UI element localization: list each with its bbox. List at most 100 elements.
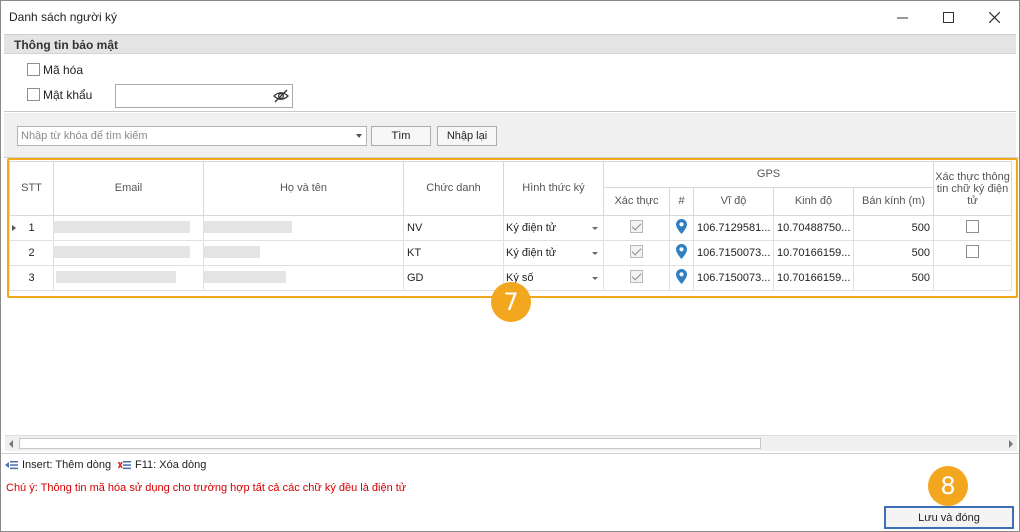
maximize-icon [942,11,954,23]
verify-info-cell[interactable] [933,265,1013,291]
latitude-cell[interactable]: 106.7129581... [693,215,774,241]
radius-cell[interactable]: 500 [852,265,935,291]
fullname-cell[interactable] [203,240,404,266]
title-cell[interactable]: NV [403,215,504,241]
step-7-badge: 7 [491,282,531,322]
row-stt: 2 [9,240,54,266]
sign-method-dropdown[interactable]: Ký điện tử [503,240,604,266]
verify-info-checkbox[interactable] [966,245,980,258]
verify-info-checkbox[interactable] [966,220,980,233]
email-redacted [54,245,190,258]
scroll-left-icon[interactable] [9,440,13,448]
add-row-icon [5,461,18,470]
row-stt: 3 [9,265,54,291]
encryption-note: Chú ý: Thông tin mã hóa sử dụng cho trườ… [6,482,407,494]
sign-method-value: Ký điện tử [506,222,557,234]
title-cell[interactable]: KT [403,240,504,266]
latitude-cell[interactable]: 106.7150073... [693,240,774,266]
col-longitude[interactable]: Kinh độ [773,187,854,216]
verify-checkbox[interactable] [630,270,643,283]
longitude-cell[interactable]: 10.70488750... [773,215,854,241]
latitude-cell[interactable]: 106.7150073... [693,265,774,291]
chevron-down-icon[interactable] [356,134,362,138]
minimize-icon [896,17,908,18]
location-cell[interactable] [669,215,694,241]
col-hash[interactable]: # [669,187,694,216]
col-email[interactable]: Email [53,161,204,216]
delete-row-icon [118,461,131,470]
delete-hint: F11: Xóa dòng [118,459,206,471]
col-fullname[interactable]: Họ và tên [203,161,404,216]
col-radius[interactable]: Bán kính (m) [852,187,935,216]
scroll-right-icon[interactable] [1009,440,1013,448]
chevron-down-icon[interactable] [592,252,598,255]
verify-cell[interactable] [603,240,670,266]
encrypt-label: Mã hóa [43,63,84,77]
minimize-button[interactable] [879,1,925,33]
col-gps-group: GPS [602,161,935,188]
step-8-badge: 8 [928,466,968,506]
insert-hint-label: Insert: Thêm dòng [22,459,112,471]
verify-cell[interactable] [603,215,670,241]
longitude-cell[interactable]: 10.70166159... [773,265,854,291]
longitude-cell[interactable]: 10.70166159... [773,240,854,266]
signer-grid: STT Email Họ và tên Chức danh Hình thức … [9,161,1013,291]
fullname-cell[interactable] [203,215,404,241]
scrollbar-thumb[interactable] [19,438,761,449]
location-cell[interactable] [669,265,694,291]
find-button[interactable]: Tìm [371,126,431,146]
location-cell[interactable] [669,240,694,266]
signer-list-dialog: Danh sách người ký Thông tin bảo mật Mã … [0,0,1020,532]
col-verify[interactable]: Xác thực [603,187,670,216]
sign-method-dropdown[interactable]: Ký điện tử [503,215,604,241]
email-cell[interactable] [53,240,204,266]
horizontal-scrollbar[interactable] [5,435,1017,451]
title-cell[interactable]: GD [403,265,504,291]
security-group-title: Thông tin bảo mật [14,38,118,52]
fullname-redacted [204,220,292,233]
password-field[interactable] [115,84,293,108]
email-redacted [56,270,176,283]
reset-button[interactable]: Nhập lại [437,126,497,146]
radius-cell[interactable]: 500 [852,240,935,266]
password-label: Mật khẩu [43,88,93,102]
chevron-down-icon[interactable] [592,227,598,230]
table-row[interactable]: 2 KT Ký điện tử 106.7150073... 10.701661… [9,240,1013,266]
title-bar: Danh sách người ký [1,1,1019,33]
save-and-close-button[interactable]: Lưu và đóng [884,506,1014,529]
sign-method-value: Ký điện tử [506,247,557,259]
col-sign-method[interactable]: Hình thức ký [503,161,604,216]
radius-cell[interactable]: 500 [852,215,935,241]
search-placeholder: Nhập từ khóa để tìm kiếm [21,130,148,142]
email-cell[interactable] [53,265,204,291]
row-stt-cell: 1 [9,215,54,241]
encrypt-checkbox[interactable] [27,63,40,76]
col-verify-info[interactable]: Xác thực thông tin chữ ký điện tử [933,161,1013,216]
chevron-down-icon[interactable] [592,277,598,280]
fullname-redacted [204,270,286,283]
delete-hint-label: F11: Xóa dòng [135,459,207,471]
search-input[interactable]: Nhập từ khóa để tìm kiếm [17,126,367,146]
eye-slash-icon[interactable] [273,88,289,107]
maximize-button[interactable] [925,1,971,33]
map-pin-icon [676,269,687,284]
col-stt[interactable]: STT [9,161,54,216]
col-title[interactable]: Chức danh [403,161,504,216]
close-icon [988,11,1000,23]
footer-divider [1,453,1019,454]
table-row[interactable]: 1 NV Ký điện tử 106.7129581... 10.704887… [9,215,1013,241]
close-button[interactable] [971,1,1017,33]
email-redacted [54,220,190,233]
verify-cell[interactable] [603,265,670,291]
password-checkbox[interactable] [27,88,40,101]
verify-info-cell[interactable] [933,240,1013,266]
row-indicator-icon [12,225,16,231]
col-latitude[interactable]: Vĩ độ [693,187,774,216]
security-group-header: Thông tin bảo mật [4,34,1016,54]
verify-info-cell[interactable] [933,215,1013,241]
email-cell[interactable] [53,215,204,241]
fullname-cell[interactable] [203,265,404,291]
verify-checkbox[interactable] [630,245,643,258]
insert-hint: Insert: Thêm dòng [5,459,111,471]
verify-checkbox[interactable] [630,220,643,233]
